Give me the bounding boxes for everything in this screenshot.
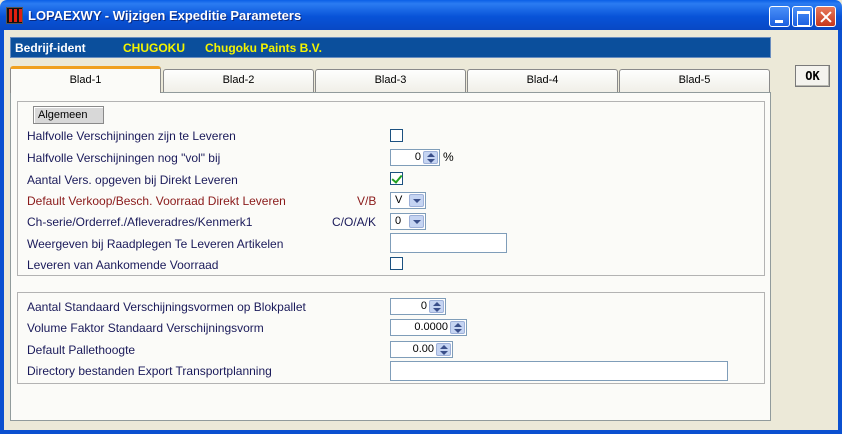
- aantal-vers-label: Aantal Vers. opgeven bij Direkt Leveren: [27, 173, 238, 187]
- default-verkoop-code: V/B: [357, 194, 377, 208]
- ch-serie-select[interactable]: 0: [390, 213, 426, 230]
- ch-serie-code: C/O/A/K: [332, 215, 377, 229]
- spin-arrows-icon[interactable]: [436, 343, 451, 356]
- aantal-standaard-value: 0: [420, 300, 427, 312]
- minimize-button[interactable]: [769, 6, 790, 27]
- window-frame-bottom: [0, 430, 842, 434]
- maximize-button[interactable]: [792, 6, 813, 27]
- pallethoogte-value: 0.00: [412, 343, 434, 355]
- ch-serie-value: 0: [395, 215, 402, 227]
- halfvolle-leveren-label: Halfvolle Verschijningen zijn te Leveren: [27, 129, 236, 143]
- spin-arrows-icon[interactable]: [450, 321, 465, 334]
- chevron-down-icon[interactable]: [409, 215, 424, 228]
- weergeven-label: Weergeven bij Raadplegen Te Leveren Arti…: [27, 237, 284, 251]
- aantal-standaard-stepper[interactable]: 0: [390, 298, 446, 315]
- tab-blad-5[interactable]: Blad-5: [619, 69, 770, 92]
- app-icon: [6, 7, 23, 24]
- spin-arrows-icon[interactable]: [429, 300, 444, 313]
- company-name: Chugoku Paints B.V.: [205, 41, 322, 55]
- halfvolle-vol-stepper[interactable]: 0: [390, 149, 440, 166]
- volume-faktor-label: Volume Faktor Standaard Verschijningsvor…: [27, 321, 264, 335]
- halfvolle-vol-value: 0: [414, 151, 421, 163]
- directory-input[interactable]: [390, 361, 728, 381]
- aantal-standaard-label: Aantal Standaard Verschijningsvormen op …: [27, 300, 306, 314]
- company-label: Bedrijf-ident: [15, 41, 86, 55]
- default-verkoop-value: V: [395, 194, 403, 206]
- leveren-aankomende-label: Leveren van Aankomende Voorraad: [27, 258, 219, 272]
- tab-blad-2[interactable]: Blad-2: [163, 69, 314, 92]
- pallethoogte-label: Default Pallethoogte: [27, 343, 136, 357]
- tab-blad-3[interactable]: Blad-3: [315, 69, 466, 92]
- tab-blad-4[interactable]: Blad-4: [467, 69, 618, 92]
- leveren-aankomende-checkbox[interactable]: [390, 257, 403, 270]
- window-title: LOPAEXWY - Wijzigen Expeditie Parameters: [28, 8, 302, 23]
- section-algemeen: Algemeen: [33, 106, 104, 124]
- aantal-vers-checkbox[interactable]: [390, 172, 403, 185]
- directory-label: Directory bestanden Export Transportplan…: [27, 364, 272, 378]
- window-frame-right: [838, 30, 842, 434]
- halfvolle-leveren-checkbox[interactable]: [390, 129, 403, 142]
- default-verkoop-label: Default Verkoop/Besch. Voorraad Direkt L…: [27, 194, 286, 208]
- company-code: CHUGOKU: [123, 41, 185, 55]
- halfvolle-vol-label: Halfvolle Verschijningen nog "vol" bij: [27, 151, 221, 165]
- ok-button[interactable]: OK: [795, 65, 830, 87]
- window-frame-left: [0, 30, 4, 434]
- close-button[interactable]: [815, 6, 836, 27]
- volume-faktor-stepper[interactable]: 0.0000: [390, 319, 467, 336]
- title-bar: LOPAEXWY - Wijzigen Expeditie Parameters: [0, 0, 842, 30]
- weergeven-input[interactable]: [390, 233, 507, 253]
- tab-blad-1[interactable]: Blad-1: [10, 66, 161, 93]
- ch-serie-label: Ch-serie/Orderref./Afleveradres/Kenmerk1: [27, 215, 253, 229]
- spin-arrows-icon[interactable]: [423, 151, 438, 164]
- company-bar: Bedrijf-ident CHUGOKU Chugoku Paints B.V…: [10, 37, 771, 58]
- chevron-down-icon[interactable]: [409, 194, 424, 207]
- volume-faktor-value: 0.0000: [414, 321, 448, 333]
- default-verkoop-select[interactable]: V: [390, 192, 426, 209]
- pallethoogte-stepper[interactable]: 0.00: [390, 341, 453, 358]
- percent-unit: %: [443, 150, 454, 164]
